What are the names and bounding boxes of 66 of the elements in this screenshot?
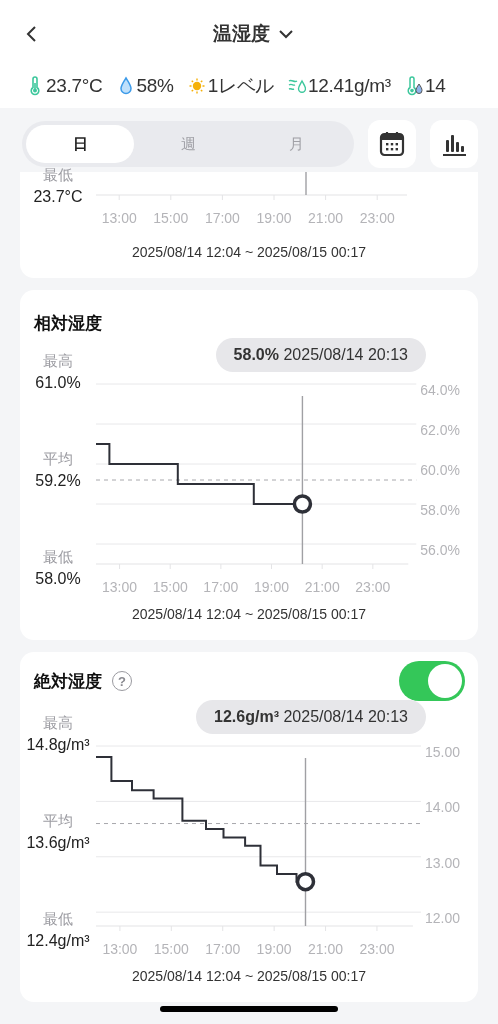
- sun-icon: [187, 76, 206, 96]
- card-title: 絶対湿度: [34, 670, 102, 693]
- stat-label: 最高: [43, 351, 73, 371]
- stat-label: 最高: [43, 713, 73, 733]
- y-axis-label: 14.00: [424, 799, 460, 816]
- y-axis-label: 12.00: [424, 910, 460, 927]
- period-tab[interactable]: 週: [134, 125, 242, 163]
- reading-value: 58%: [136, 75, 174, 97]
- reading-value: 12.41g/m³: [308, 75, 391, 97]
- value-tooltip: 12.6g/m³ 2025/08/14 20:13: [196, 700, 426, 734]
- stat-value: 58.0%: [35, 569, 81, 589]
- x-axis-label: 19:00: [254, 579, 290, 595]
- stat-value: 13.6g/m³: [26, 833, 90, 853]
- chevron-down-icon: [277, 29, 294, 39]
- x-axis-label: 21:00: [308, 210, 344, 226]
- cursor-indicator[interactable]: [292, 395, 313, 565]
- x-axis-label: 19:00: [256, 941, 292, 957]
- calendar-icon: [379, 131, 405, 157]
- x-axis-label: 23:00: [359, 941, 395, 957]
- reading-value: 1レベル: [207, 74, 274, 98]
- y-axis-label: 60.0%: [420, 462, 460, 478]
- toggle-switch[interactable]: [399, 661, 465, 701]
- title-dropdown[interactable]: 温湿度: [212, 21, 294, 47]
- reading-value: 23.7°C: [46, 75, 103, 97]
- stat-value: 14.8g/m³: [26, 735, 90, 755]
- calendar-button[interactable]: [368, 120, 416, 168]
- stat-value: 61.0%: [35, 373, 81, 393]
- stat-label: 最低: [43, 909, 73, 929]
- y-axis-label: 56.0%: [420, 542, 460, 558]
- period-tab[interactable]: 月: [242, 125, 350, 163]
- x-axis-label: 13:00: [102, 941, 138, 957]
- x-axis-label: 23:00: [359, 210, 395, 226]
- x-axis-label: 23:00: [355, 579, 391, 595]
- cursor-indicator[interactable]: [295, 757, 316, 927]
- date-range: 2025/08/14 12:04 ~ 2025/08/15 00:17: [131, 605, 367, 622]
- x-axis-label: 17:00: [205, 941, 241, 957]
- x-axis-label: 15:00: [152, 579, 188, 595]
- x-axis-label: 21:00: [304, 579, 340, 595]
- x-axis-label: 15:00: [153, 941, 189, 957]
- x-axis-label: 15:00: [153, 210, 189, 226]
- x-axis-label: 19:00: [256, 210, 292, 226]
- period-tab[interactable]: 日: [26, 125, 134, 163]
- y-axis-label: 13.00: [424, 854, 460, 871]
- y-axis-label: 64.0%: [420, 382, 460, 398]
- stat-value: 59.2%: [35, 471, 81, 491]
- stat-label: 最低: [43, 547, 73, 567]
- x-axis-label: 17:00: [204, 210, 240, 226]
- bar-chart-button[interactable]: [430, 120, 478, 168]
- stat-label: 最低: [43, 165, 73, 185]
- date-range: 2025/08/14 12:04 ~ 2025/08/15 00:17: [131, 243, 367, 260]
- date-range: 2025/08/14 12:04 ~ 2025/08/15 00:17: [131, 967, 367, 984]
- y-axis-label: 62.0%: [420, 422, 460, 438]
- cursor-line: [305, 171, 307, 196]
- stat-label: 平均: [43, 449, 73, 469]
- x-axis-label: 13:00: [102, 579, 138, 595]
- y-axis-label: 15.00: [424, 744, 460, 760]
- value-tooltip: 58.0% 2025/08/14 20:13: [215, 338, 426, 372]
- x-axis-label: 21:00: [308, 941, 344, 957]
- stat-label: 平均: [43, 811, 73, 831]
- stat-value: 23.7°C: [33, 187, 83, 207]
- x-axis-label: 13:00: [101, 210, 137, 226]
- y-axis-label: 58.0%: [420, 502, 460, 518]
- reading-value: 14: [424, 75, 446, 97]
- stat-value: 12.4g/m³: [26, 931, 90, 951]
- x-axis-label: 17:00: [203, 579, 239, 595]
- card-title: 相対湿度: [34, 312, 102, 335]
